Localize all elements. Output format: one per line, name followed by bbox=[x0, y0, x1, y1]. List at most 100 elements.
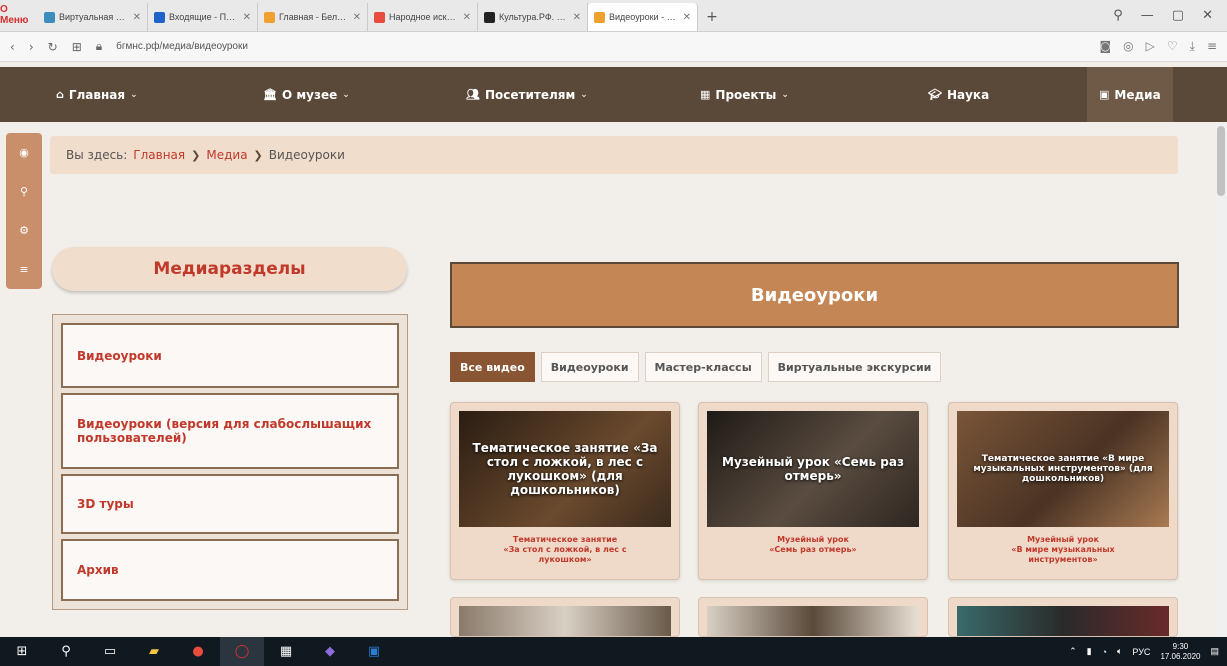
filter-all-videos[interactable]: Все видео bbox=[450, 352, 535, 382]
video-card-partial[interactable] bbox=[948, 597, 1178, 637]
browser-tab-active[interactable]: Видеоуроки - Белгородский ✕ bbox=[588, 3, 698, 31]
download-icon[interactable]: ⤓ bbox=[1190, 39, 1195, 54]
opera-icon[interactable]: ◯ bbox=[220, 637, 264, 666]
tab-title: Входящие - Почта Mail.ru bbox=[169, 12, 239, 22]
new-tab-button[interactable]: + bbox=[698, 3, 726, 31]
breadcrumb-current: Видеоуроки bbox=[268, 148, 345, 162]
task-view-icon[interactable]: ▭ bbox=[88, 637, 132, 666]
breadcrumb-link-media[interactable]: Медиа bbox=[206, 148, 247, 162]
tab-favicon-icon bbox=[484, 11, 495, 23]
reload-icon[interactable]: ↻ bbox=[48, 40, 58, 54]
minimize-icon[interactable]: — bbox=[1141, 8, 1154, 23]
museum-icon: 🏛︎ bbox=[263, 88, 277, 101]
browser-tab[interactable]: Входящие - Почта Mail.ru ✕ bbox=[148, 3, 258, 31]
video-card[interactable]: Музейный урок «Семь раз отмерь» Музейный… bbox=[698, 402, 928, 580]
video-card[interactable]: Тематическое занятие «За стол с ложкой, … bbox=[450, 402, 680, 580]
tab-title: Культура.РФ. Портал bbox=[499, 12, 569, 22]
file-explorer-icon[interactable]: ▰ bbox=[132, 637, 176, 666]
tab-favicon-icon bbox=[264, 11, 275, 23]
play-icon[interactable]: ▷ bbox=[1146, 39, 1155, 54]
nav-item-projects[interactable]: ▦ Проекты ⌄ bbox=[700, 67, 789, 122]
notifications-icon[interactable]: ▤ bbox=[1210, 646, 1219, 657]
shield-icon[interactable]: ◎ bbox=[1123, 39, 1133, 54]
tab-close-icon[interactable]: ✕ bbox=[133, 12, 141, 23]
video-card-partial[interactable] bbox=[450, 597, 680, 637]
browser-menu-button[interactable]: O Меню bbox=[0, 0, 38, 31]
page-title: Видеоуроки bbox=[450, 262, 1179, 328]
tab-favicon-icon bbox=[594, 11, 605, 23]
chevron-right-icon: ❯ bbox=[253, 148, 263, 162]
sidebar-item-3d-tours[interactable]: 3D туры bbox=[61, 474, 399, 534]
network-icon[interactable]: ▮ bbox=[1087, 646, 1092, 657]
sidebar-item-archive[interactable]: Архив bbox=[61, 539, 399, 601]
browser-tab[interactable]: Виртуальная школа ✕ bbox=[38, 3, 148, 31]
video-thumbnail[interactable]: Тематическое занятие «В мире музыкальных… bbox=[957, 411, 1169, 527]
page-scrollbar[interactable] bbox=[1215, 122, 1227, 637]
search-icon[interactable]: ⚲ bbox=[44, 637, 88, 666]
video-thumbnail[interactable] bbox=[707, 606, 919, 636]
video-caption[interactable]: Музейный урок «В мире музыкальных инстру… bbox=[957, 535, 1169, 565]
breadcrumb-link-home[interactable]: Главная bbox=[133, 148, 185, 162]
graduation-icon: 🎓︎ bbox=[928, 88, 942, 101]
apps-grid-icon[interactable]: ⊞ bbox=[72, 40, 82, 54]
video-thumbnail[interactable]: Тематическое занятие «За стол с ложкой, … bbox=[459, 411, 671, 527]
forward-icon[interactable]: › bbox=[29, 40, 34, 54]
tab-title: Народное искусство bbox=[389, 12, 459, 22]
browser-tab-bar: O Меню Виртуальная школа ✕ Входящие - По… bbox=[0, 0, 1227, 32]
back-icon[interactable]: ‹ bbox=[10, 40, 15, 54]
nav-item-media[interactable]: ▣ Медиа bbox=[1087, 67, 1173, 122]
filter-video-lessons[interactable]: Видеоуроки bbox=[540, 352, 639, 382]
nav-label: Наука bbox=[946, 87, 990, 102]
wifi-icon[interactable]: ◔ bbox=[1102, 647, 1107, 657]
url-field[interactable]: бгмнс.рф/медиа/видеоуроки bbox=[116, 41, 248, 52]
browser-tab[interactable]: Главная - Белгородский ✕ bbox=[258, 3, 368, 31]
settings-icon[interactable]: ⚙ bbox=[19, 224, 29, 237]
camera-icon[interactable]: ◙ bbox=[1099, 39, 1111, 54]
video-thumbnail[interactable] bbox=[957, 606, 1169, 636]
sidebar-item-video-lessons[interactable]: Видеоуроки bbox=[61, 323, 399, 388]
filter-virtual-tours[interactable]: Виртуальные экскурсии bbox=[767, 352, 942, 382]
close-icon[interactable]: ✕ bbox=[1202, 8, 1213, 23]
tab-close-icon[interactable]: ✕ bbox=[573, 12, 581, 23]
nav-label: Главная bbox=[68, 87, 126, 102]
chrome-icon[interactable]: ● bbox=[176, 637, 220, 666]
heart-icon[interactable]: ♡ bbox=[1167, 39, 1178, 54]
tab-title: Главная - Белгородский bbox=[279, 12, 349, 22]
app-icon[interactable]: ◆ bbox=[308, 637, 352, 666]
search-icon[interactable]: ⚲ bbox=[1113, 8, 1123, 23]
list-icon[interactable]: ≡ bbox=[19, 263, 28, 276]
video-thumbnail[interactable]: Музейный урок «Семь раз отмерь» bbox=[707, 411, 919, 527]
video-caption[interactable]: Музейный урок «Семь раз отмерь» bbox=[707, 535, 919, 555]
browser-tab[interactable]: Культура.РФ. Портал ✕ bbox=[478, 3, 588, 31]
video-card[interactable]: Тематическое занятие «В мире музыкальных… bbox=[948, 402, 1178, 580]
tab-close-icon[interactable]: ✕ bbox=[683, 12, 691, 23]
search-icon[interactable]: ⚲ bbox=[20, 185, 28, 198]
clock-date: 17.06.2020 bbox=[1160, 651, 1201, 661]
taskbar: ⊞ ⚲ ▭ ▰ ● ◯ ▦ ◆ ▣ ⌃ ▮ ◔ 🔈︎ РУС 9:30 17.0… bbox=[0, 637, 1227, 666]
home-icon: ⌂ bbox=[56, 88, 64, 101]
menu-icon[interactable]: ≡ bbox=[1207, 39, 1217, 54]
video-caption[interactable]: Тематическое занятие «За стол с ложкой, … bbox=[459, 535, 671, 565]
nav-item-home[interactable]: ⌂ Главная ⌄ bbox=[56, 67, 138, 122]
windows-start-icon[interactable]: ⊞ bbox=[0, 637, 44, 666]
language-indicator[interactable]: РУС bbox=[1132, 647, 1150, 657]
sidebar-item-video-lessons-hearing-impaired[interactable]: Видеоуроки (версия для слабослышащих пол… bbox=[61, 393, 399, 469]
clock[interactable]: 9:30 17.06.2020 bbox=[1160, 642, 1200, 660]
nav-item-science[interactable]: 🎓︎ Наука bbox=[928, 67, 989, 122]
tab-close-icon[interactable]: ✕ bbox=[353, 12, 361, 23]
video-card-partial[interactable] bbox=[698, 597, 928, 637]
maximize-icon[interactable]: ▢ bbox=[1172, 8, 1184, 23]
volume-icon[interactable]: 🔈︎ bbox=[1117, 646, 1122, 657]
video-thumbnail[interactable] bbox=[459, 606, 671, 636]
nav-item-about[interactable]: 🏛︎ О музее ⌄ bbox=[263, 67, 350, 122]
tab-close-icon[interactable]: ✕ bbox=[463, 12, 471, 23]
word-icon[interactable]: ▣ bbox=[352, 637, 396, 666]
scrollbar-thumb[interactable] bbox=[1217, 126, 1225, 196]
tab-close-icon[interactable]: ✕ bbox=[243, 12, 251, 23]
calculator-icon[interactable]: ▦ bbox=[264, 637, 308, 666]
filter-master-classes[interactable]: Мастер-классы bbox=[644, 352, 762, 382]
eye-icon[interactable]: ◉ bbox=[19, 146, 29, 159]
chevron-up-icon[interactable]: ⌃ bbox=[1069, 646, 1077, 657]
browser-tab[interactable]: Народное искусство ✕ bbox=[368, 3, 478, 31]
nav-item-visitors[interactable]: 👥︎ Посетителям ⌄ bbox=[466, 67, 588, 122]
